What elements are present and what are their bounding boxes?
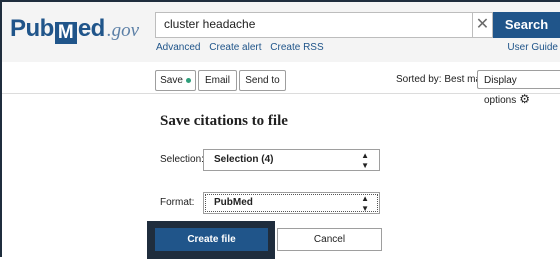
gear-icon: ⚙ bbox=[519, 92, 531, 106]
select-sort-icon: ▲ ▼ bbox=[361, 194, 369, 213]
save-active-dot-icon bbox=[185, 77, 191, 83]
selection-label: Selection: bbox=[160, 154, 204, 165]
logo-text-ed: ed bbox=[77, 15, 106, 42]
selection-value: Selection (4) bbox=[214, 154, 274, 165]
advanced-link[interactable]: Advanced bbox=[156, 42, 200, 53]
email-button[interactable]: Email bbox=[198, 70, 237, 91]
selection-select[interactable]: Selection (4) ▲ ▼ bbox=[203, 149, 380, 171]
user-guide-link[interactable]: User Guide bbox=[507, 42, 558, 53]
save-panel-title: Save citations to file bbox=[160, 113, 288, 129]
clear-search-icon[interactable]: ✕ bbox=[473, 12, 493, 38]
create-file-button[interactable]: Create file bbox=[155, 228, 268, 251]
toolbar-divider bbox=[2, 93, 560, 94]
logo-text-gov: .gov bbox=[106, 20, 140, 41]
logo-m-icon: M bbox=[54, 22, 77, 44]
cancel-button[interactable]: Cancel bbox=[277, 228, 382, 251]
format-value: PubMed bbox=[214, 197, 253, 208]
format-label: Format: bbox=[160, 197, 195, 208]
pubmed-logo[interactable]: Pub M ed .gov bbox=[10, 15, 139, 45]
search-input[interactable]: cluster headache bbox=[155, 12, 473, 38]
create-alert-link[interactable]: Create alert bbox=[209, 42, 261, 53]
send-to-button[interactable]: Send to bbox=[239, 70, 286, 91]
display-options-label: Display options bbox=[484, 75, 517, 106]
save-button[interactable]: Save bbox=[155, 70, 196, 91]
select-sort-icon: ▲ ▼ bbox=[361, 151, 369, 170]
search-sublinks: Advanced Create alert Create RSS bbox=[156, 42, 330, 53]
format-select[interactable]: PubMed ▲ ▼ bbox=[203, 192, 380, 214]
logo-text-pub: Pub bbox=[10, 15, 54, 42]
save-label: Save bbox=[160, 75, 183, 86]
display-options-button[interactable]: Display options ⚙ bbox=[477, 70, 560, 106]
search-button[interactable]: Search bbox=[493, 12, 560, 38]
create-rss-link[interactable]: Create RSS bbox=[270, 42, 323, 53]
